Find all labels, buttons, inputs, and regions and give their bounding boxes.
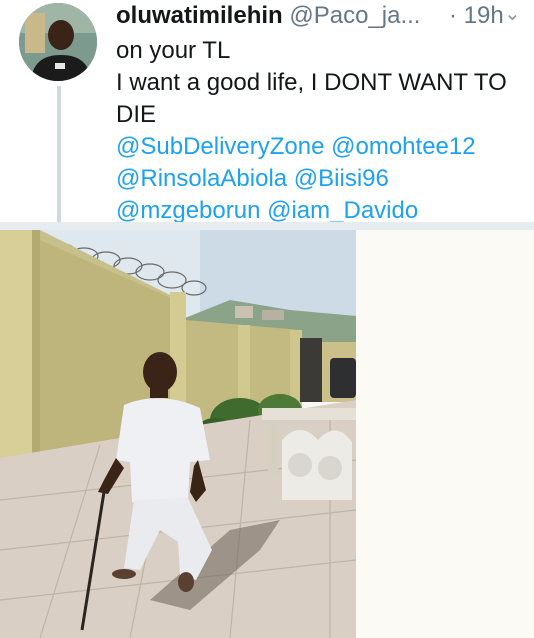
chevron-down-icon[interactable]: ⌄ [504,0,521,30]
avatar[interactable] [19,3,97,81]
tweet-text: on your TL I want a good life, I DONT WA… [116,35,526,222]
tweet-line: I want a good life, I DONT WANT TO [116,69,507,96]
tweet-line: on your TL [116,37,231,64]
blank-panel [356,230,534,638]
tweet-line: DIE [116,101,157,128]
mention-link[interactable]: @iam_Davido [267,197,418,222]
photo-image [0,230,356,638]
thread-line [57,86,61,222]
tweet-media[interactable] [0,230,534,638]
user-handle[interactable]: @Paco_ja... [289,2,420,29]
mention-link[interactable]: @RinsolaAbiola [116,165,287,192]
mention-link[interactable]: @omohtee12 [331,133,475,160]
mention-row: @RinsolaAbiola @Biisi96 [116,163,526,195]
photo[interactable] [0,230,356,638]
tweet-header: oluwatimilehin @Paco_ja... · 19h ⌄ [116,0,526,32]
mention-row: @SubDeliveryZone @omohtee12 [116,131,526,163]
divider [0,222,534,230]
mention-row: @mzgeborun @iam_Davido [116,195,526,222]
avatar-image [19,3,97,81]
mention-link[interactable]: @mzgeborun [116,197,260,222]
mention-link[interactable]: @SubDeliveryZone [116,133,324,160]
tweet-time[interactable]: · 19h [449,0,504,32]
tweet[interactable]: oluwatimilehin @Paco_ja... · 19h ⌄ on yo… [0,0,534,222]
mention-link[interactable]: @Biisi96 [294,165,389,192]
display-name[interactable]: oluwatimilehin [116,2,283,29]
